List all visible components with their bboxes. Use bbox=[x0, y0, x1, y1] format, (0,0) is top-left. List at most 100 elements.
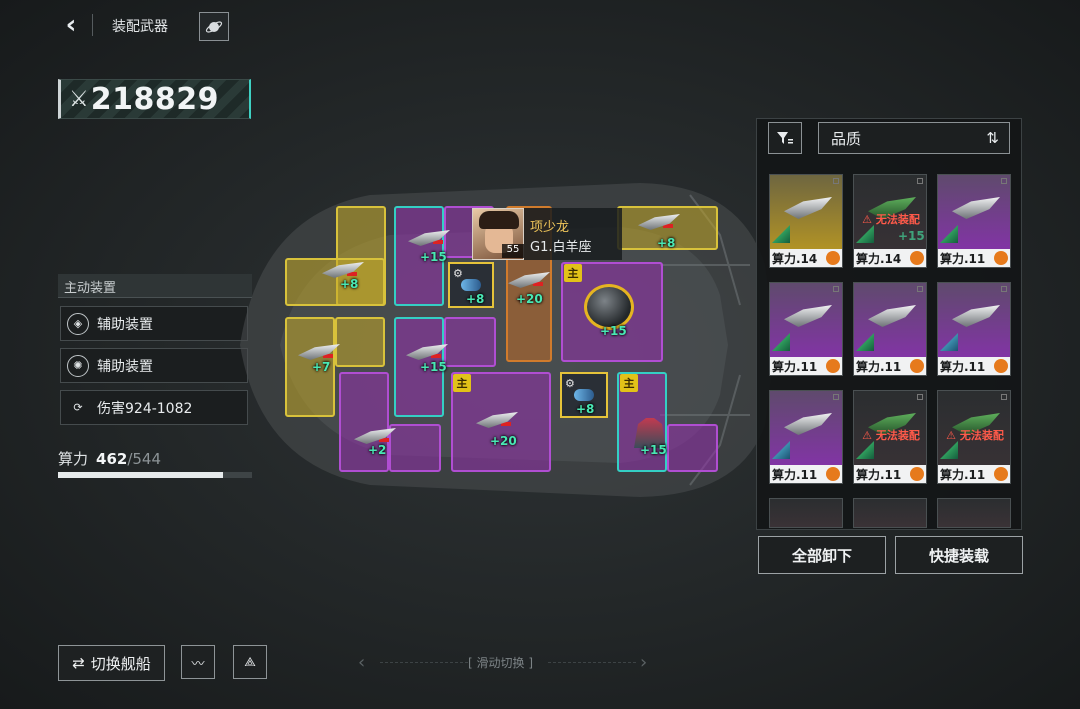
main-slot-tag: 主 bbox=[564, 264, 582, 282]
computing-power-current: 462 bbox=[96, 450, 128, 468]
title-divider bbox=[92, 14, 93, 36]
inventory-card[interactable]: ⚠ 无法装配 算力.11 bbox=[937, 390, 1011, 484]
switch-ship-label: 切换舰船 bbox=[90, 654, 151, 673]
damage-label: 伤害924-1082 bbox=[97, 400, 193, 417]
aux-device-label: 辅助装置 bbox=[97, 358, 153, 375]
combat-power-display: ⚔ 218829 bbox=[58, 79, 251, 119]
swipe-hint: [ 滑动切换 ] bbox=[468, 656, 534, 670]
grid-slot[interactable] bbox=[335, 317, 385, 367]
reactor-icon bbox=[994, 251, 1008, 265]
swipe-left-arrow[interactable]: ‹ bbox=[358, 652, 365, 673]
stats-wave-button[interactable]: 〰 bbox=[181, 645, 215, 679]
planet-button[interactable] bbox=[199, 12, 229, 41]
slot-bonus: +8 bbox=[466, 292, 485, 306]
card-compute-cost: 算力.14 bbox=[856, 251, 902, 266]
card-corner bbox=[917, 286, 923, 292]
card-footer: 算力.14 bbox=[854, 249, 926, 267]
weapon-art bbox=[868, 305, 916, 327]
card-footer: 算力.14 bbox=[770, 249, 842, 267]
fleet-emblem-button[interactable]: ⟁ bbox=[233, 645, 267, 679]
switch-ship-button[interactable]: ⇄ 切换舰船 bbox=[58, 645, 165, 681]
card-compute-cost: 算力.11 bbox=[856, 467, 902, 482]
inventory-card-partial[interactable] bbox=[853, 498, 927, 528]
pilot-level: 55 bbox=[502, 244, 524, 258]
card-compute-cost: 算力.11 bbox=[772, 359, 818, 374]
weapon-art bbox=[784, 305, 832, 327]
computing-power-label: 算力 462/544 bbox=[58, 448, 161, 469]
main-slot-tag: 主 bbox=[620, 374, 638, 392]
inventory-card[interactable]: 算力.11 bbox=[769, 390, 843, 484]
pilot-card[interactable]: 55 项少龙 G1.白羊座 bbox=[472, 208, 622, 260]
reactor-icon bbox=[994, 467, 1008, 481]
back-button[interactable]: ‹ bbox=[58, 10, 84, 40]
target-emblem-icon: ✺ bbox=[67, 354, 89, 377]
swipe-right-arrow[interactable]: › bbox=[640, 652, 647, 673]
main-slot-tag: 主 bbox=[453, 374, 471, 392]
slot-bonus: +8 bbox=[657, 236, 676, 250]
card-footer: 算力.11 bbox=[938, 465, 1010, 483]
sort-label: 品质 bbox=[831, 129, 862, 148]
inventory-card[interactable]: ⚠ 无法装配 算力.11 bbox=[853, 390, 927, 484]
swipe-hint-text: 滑动切换 bbox=[476, 656, 525, 670]
card-corner bbox=[833, 394, 839, 400]
rank-arrow-icon bbox=[772, 333, 790, 351]
pilot-name: 项少龙 bbox=[530, 220, 570, 235]
computing-power-fill bbox=[58, 472, 223, 478]
gear-icon: ⚙ bbox=[453, 267, 463, 280]
quick-equip-button[interactable]: 快捷装载 bbox=[895, 536, 1023, 574]
grid-slot[interactable] bbox=[339, 372, 389, 472]
slot-bonus: +15 bbox=[420, 360, 447, 374]
weapon-art bbox=[952, 305, 1000, 327]
sort-dropdown[interactable]: 品质 ⇅ bbox=[818, 122, 1010, 154]
card-corner bbox=[1001, 286, 1007, 292]
reactor-icon bbox=[826, 251, 840, 265]
crossed-swords-icon: ⚔ bbox=[69, 86, 89, 112]
cannot-equip-warning: ⚠ 无法装配 bbox=[862, 213, 920, 226]
grid-slot[interactable] bbox=[285, 258, 385, 306]
inventory-card[interactable]: ⚠ 无法装配 +15 算力.14 bbox=[853, 174, 927, 268]
filter-button[interactable] bbox=[768, 122, 802, 154]
card-footer: 算力.11 bbox=[770, 465, 842, 483]
inventory-card[interactable]: 算力.11 bbox=[937, 282, 1011, 376]
card-compute-cost: 算力.11 bbox=[856, 359, 902, 374]
pilot-rank: G1.白羊座 bbox=[530, 240, 592, 255]
card-corner bbox=[1001, 178, 1007, 184]
card-compute-cost: 算力.11 bbox=[940, 251, 986, 266]
card-corner bbox=[917, 178, 923, 184]
reactor-icon bbox=[994, 359, 1008, 373]
inventory-card[interactable]: 算力.11 bbox=[937, 174, 1011, 268]
slot-bonus: +15 bbox=[420, 250, 447, 264]
slot-bonus: +20 bbox=[516, 292, 543, 306]
inventory-card-partial[interactable] bbox=[937, 498, 1011, 528]
grid-slot[interactable] bbox=[389, 424, 441, 472]
reactor-icon bbox=[910, 467, 924, 481]
slot-bonus: +15 bbox=[600, 324, 627, 338]
card-footer: 算力.11 bbox=[938, 249, 1010, 267]
slot-bonus: +20 bbox=[490, 434, 517, 448]
grid-slot[interactable] bbox=[667, 424, 718, 472]
computing-power-title: 算力 bbox=[58, 450, 89, 468]
sort-order-icon: ⇅ bbox=[986, 129, 999, 147]
card-corner bbox=[833, 178, 839, 184]
inventory-card[interactable]: 算力.11 bbox=[769, 282, 843, 376]
grid-slot[interactable] bbox=[444, 317, 496, 367]
unequip-all-button[interactable]: 全部卸下 bbox=[758, 536, 886, 574]
waveform-icon: 〰 bbox=[191, 656, 205, 672]
inventory-card-partial[interactable] bbox=[769, 498, 843, 528]
swipe-divider bbox=[380, 662, 468, 663]
card-compute-cost: 算力.11 bbox=[940, 467, 986, 482]
card-corner bbox=[1001, 394, 1007, 400]
card-footer: 算力.11 bbox=[770, 357, 842, 375]
weapon-art bbox=[952, 197, 1000, 219]
inventory-card[interactable]: 算力.14 bbox=[769, 174, 843, 268]
aux-device-label: 辅助装置 bbox=[97, 316, 153, 333]
page-title: 装配武器 bbox=[112, 19, 168, 35]
swipe-divider bbox=[548, 662, 636, 663]
rank-arrow-icon bbox=[940, 333, 958, 351]
card-footer: 算力.11 bbox=[938, 357, 1010, 375]
gear-icon: ⚙ bbox=[565, 377, 575, 390]
shield-emblem-icon: ◈ bbox=[67, 312, 89, 335]
rank-arrow-icon bbox=[940, 441, 958, 459]
rank-arrow-icon bbox=[772, 441, 790, 459]
inventory-card[interactable]: 算力.11 bbox=[853, 282, 927, 376]
